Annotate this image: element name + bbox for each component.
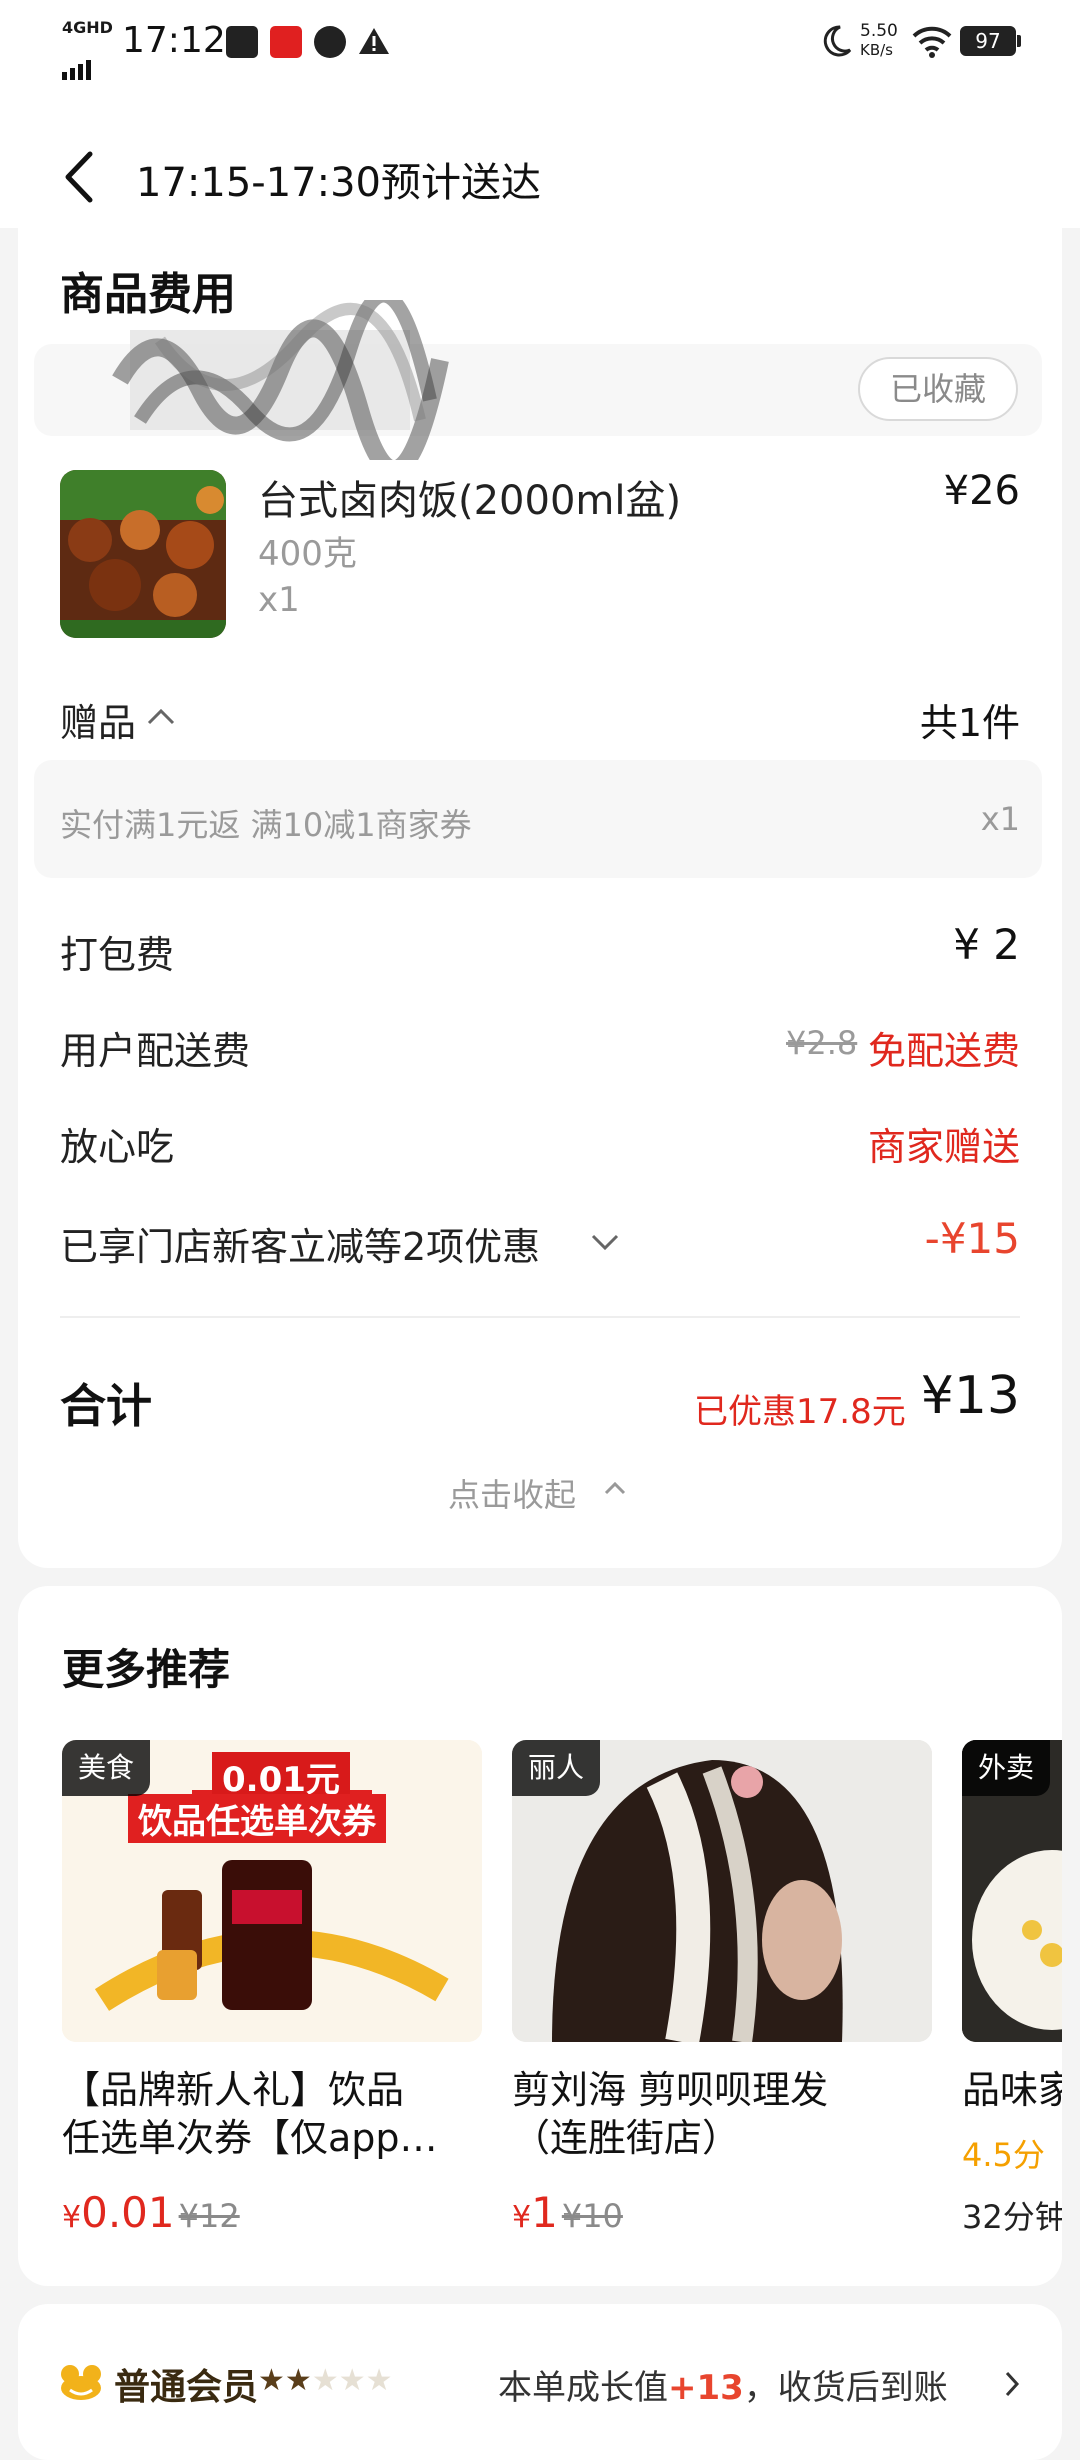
chevron-up-small-icon[interactable]	[604, 1480, 626, 1496]
rec-item-1-image[interactable]: 0.01元 饮品任选单次券 美食	[62, 1740, 482, 2042]
collapse-toggle[interactable]: 点击收起	[448, 1470, 576, 1516]
item-name: 台式卤肉饭(2000ml盆)	[258, 478, 682, 524]
rec-item-1-price-value: 0.01	[81, 2188, 175, 2237]
member-badge-icon	[61, 2365, 101, 2400]
star-empty-icon: ★	[365, 2363, 393, 2398]
chevron-up-icon[interactable]	[146, 706, 176, 726]
rec-item-1-original-price: ¥12	[178, 2197, 240, 2235]
item-quantity: x1	[258, 580, 300, 620]
delivery-eta-title: 17:15-17:30预计送达	[136, 160, 541, 206]
growth-prefix: 本单成长值	[498, 2368, 668, 2408]
rec-item-3-image[interactable]: 外卖	[962, 1740, 1062, 2042]
net-speed-value: 5.50	[860, 21, 898, 41]
chevron-down-icon[interactable]	[590, 1232, 620, 1252]
nav-bar: 17:15-17:30预计送达	[0, 140, 1080, 220]
gift-count: 共1件	[919, 701, 1020, 745]
rec-item-3-tag: 外卖	[962, 1740, 1051, 1796]
rec-item-1-tag: 美食	[62, 1740, 151, 1796]
gift-label[interactable]: 赠品	[60, 692, 136, 747]
item-spec: 400克	[258, 534, 357, 574]
item-price: ¥26	[943, 468, 1020, 514]
rec-item-1-title-line2[interactable]: 任选单次券【仅app…	[62, 2114, 438, 2162]
gift-description: 实付满1元返 满10减1商家券	[60, 806, 472, 844]
star-filled-icon: ★	[258, 2363, 285, 2398]
chevron-right-icon[interactable]	[1004, 2370, 1020, 2398]
wifi-icon	[912, 26, 952, 58]
member-stars: ★★★★★	[258, 2366, 393, 2396]
total-saved: 已优惠17.8元	[694, 1392, 906, 1432]
safe-eat-value: 商家赠送	[867, 1125, 1020, 1169]
toutiao-icon	[270, 26, 302, 58]
browser-icon	[314, 26, 346, 58]
rec-item-2-title-line1[interactable]: 剪刘海 剪呗呗理发	[512, 2066, 828, 2114]
delivery-fee-original: ¥2.8	[786, 1024, 858, 1062]
discounts-value: -¥15	[924, 1214, 1020, 1263]
rec-item-1-title-line1[interactable]: 【品牌新人礼】饮品	[62, 2066, 404, 2114]
packing-fee-value: ¥ 2	[953, 920, 1020, 969]
app-notification-icon	[226, 26, 258, 58]
divider	[60, 1316, 1020, 1318]
total-label: 合计	[60, 1379, 152, 1433]
rec-item-2-price: ¥1 ¥10	[512, 2188, 623, 2237]
rec-item-2-price-value: 1	[531, 2188, 558, 2237]
redacted-store-name	[112, 300, 449, 460]
growth-info: 本单成长值+13，收货后到账	[498, 2360, 948, 2409]
back-arrow-icon[interactable]	[60, 150, 100, 204]
top-bar: 4GHD 17:12 5.50 KB/s 97 17:15-17:30预计送达	[0, 0, 1080, 228]
rec-item-3-title[interactable]: 品味家	[962, 2066, 1062, 2114]
status-time: 17:12	[122, 20, 226, 61]
rec-item-3-time: 32分钟	[962, 2198, 1062, 2236]
network-type: 4GHD	[62, 18, 113, 37]
food-image	[60, 470, 226, 638]
battery-icon: 97	[960, 26, 1016, 56]
rec-item-3-rating: 4.5分	[962, 2136, 1045, 2174]
packing-fee-label: 打包费	[60, 933, 175, 977]
rec-item-2-tag: 丽人	[512, 1740, 601, 1796]
battery-tip	[1017, 35, 1021, 47]
safe-eat-label: 放心吃	[60, 1125, 175, 1169]
growth-suffix: ，收货后到账	[743, 2368, 948, 2408]
delivery-fee-value: 免配送费	[867, 1029, 1020, 1073]
delivery-fee-label: 用户配送费	[60, 1029, 251, 1073]
recommend-title: 更多推荐	[62, 1645, 231, 1694]
discounts-label[interactable]: 已享门店新客立减等2项优惠	[60, 1216, 540, 1271]
rec-item-2-image[interactable]: 丽人	[512, 1740, 932, 2042]
signal-icon	[62, 40, 94, 80]
rec-item-2-original-price: ¥10	[561, 2197, 623, 2235]
member-level: 普通会员	[114, 2367, 259, 2408]
status-bar: 4GHD 17:12 5.50 KB/s 97	[0, 0, 1080, 90]
rec-item-1-price: ¥0.01 ¥12	[62, 2188, 240, 2237]
star-filled-icon: ★	[284, 2363, 312, 2398]
moon-icon	[823, 25, 852, 57]
gift-quantity: x1	[980, 800, 1020, 838]
total-value: ¥13	[920, 1366, 1020, 1426]
star-empty-icon: ★	[311, 2363, 339, 2398]
net-speed-unit: KB/s	[860, 41, 893, 59]
rec-item-2-title-line2[interactable]: （连胜街店）	[512, 2114, 740, 2162]
warning-icon	[359, 28, 389, 54]
growth-value: +13	[668, 2368, 744, 2408]
favorite-button[interactable]: 已收藏	[858, 357, 1018, 421]
star-empty-icon: ★	[338, 2363, 366, 2398]
rec-item-1-img-subtext: 饮品任选单次券	[128, 1794, 386, 1843]
